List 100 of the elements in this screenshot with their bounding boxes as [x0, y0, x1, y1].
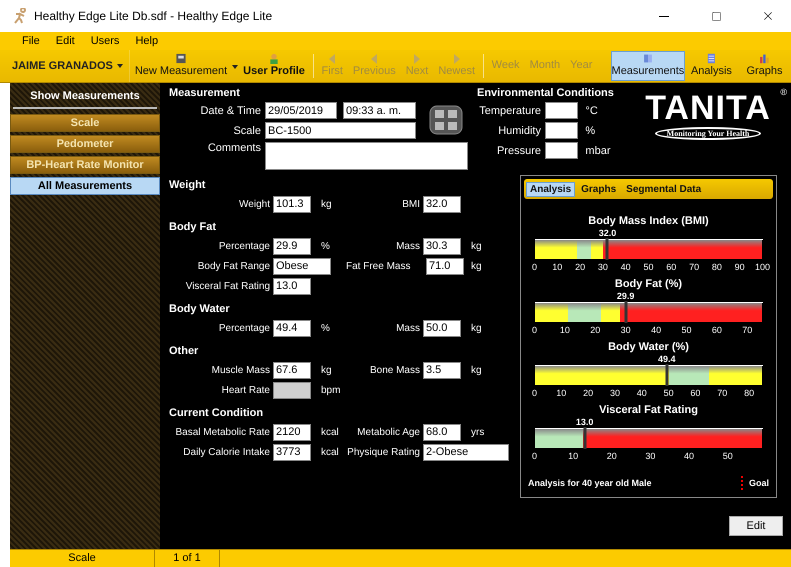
unit-label: kcal — [320, 426, 339, 438]
unit-label: kg — [470, 240, 482, 252]
section-title: Weight — [169, 179, 206, 193]
scale-device-icon — [429, 104, 463, 136]
field-label: Mass — [396, 240, 420, 252]
section-title: Other — [169, 345, 200, 359]
tick-label: 100 — [754, 262, 770, 272]
tick-label: 30 — [620, 325, 631, 335]
gauge-reading: 49.4 — [658, 354, 676, 364]
view-tab[interactable]: Measurements — [610, 51, 685, 81]
unit-label: kg — [320, 364, 332, 376]
input-field[interactable]: 71.0 — [426, 258, 464, 274]
tick-label: 60 — [712, 325, 722, 335]
gauge-segment — [708, 366, 762, 385]
input-field[interactable]: 3.5 — [423, 362, 461, 378]
time-field[interactable]: 09:33 a. m. — [343, 102, 416, 119]
status-cell: 1 of 1 — [155, 550, 220, 567]
field-label: Mass — [396, 322, 420, 334]
tick-label: 90 — [734, 262, 745, 272]
field-label: BMI — [402, 198, 420, 210]
field-label: Metabolic Age — [357, 426, 420, 438]
field-label: Fat Free Mass — [346, 260, 410, 272]
runner-icon — [12, 8, 28, 24]
tick-label: 20 — [583, 388, 594, 398]
arrow-icon — [413, 54, 422, 64]
tick-label: 20 — [606, 451, 617, 461]
tick-label: 60 — [666, 262, 676, 272]
tick-label: 40 — [684, 451, 694, 461]
gauge-title: Body Mass Index (BMI) — [588, 215, 709, 228]
input-field[interactable]: 50.0 — [423, 320, 461, 336]
view-tab[interactable]: Analysis — [684, 51, 738, 81]
unit-label: bpm — [320, 384, 340, 396]
unit-label: °C — [585, 104, 599, 116]
input-field[interactable]: 68.0 — [423, 424, 461, 440]
input-field[interactable]: 29.9 — [273, 238, 311, 254]
tick-label: 0 — [532, 451, 537, 461]
menu-item[interactable]: File — [14, 35, 48, 47]
tick-label: 40 — [651, 325, 662, 335]
input-field[interactable]: 13.0 — [273, 278, 311, 294]
goal-line-icon — [740, 476, 743, 490]
tick-label: 80 — [712, 262, 722, 272]
new-measurement-button[interactable]: New Measurement — [130, 51, 232, 81]
date-field[interactable]: 29/05/2019 — [265, 102, 337, 119]
tick-label: 40 — [636, 388, 647, 398]
field-label: Basal Metabolic Rate — [176, 426, 270, 438]
section-title: Measurement — [169, 87, 241, 101]
tick-label: 0 — [532, 325, 537, 335]
field-label: Temperature — [478, 104, 541, 116]
maximize-icon — [710, 10, 722, 22]
window-title: Healthy Edge Lite Db.sdf - Healthy Edge Lite — [34, 9, 274, 23]
input-field[interactable]: 2-Obese — [423, 444, 509, 460]
status-cell: Scale — [10, 550, 155, 567]
input-field[interactable] — [545, 102, 578, 119]
gauge-title: Body Water (%) — [608, 341, 689, 354]
edit-button[interactable]: Edit — [729, 516, 783, 536]
tick-label: 20 — [575, 262, 586, 272]
user-profile-button[interactable]: User Profile — [238, 51, 310, 81]
panel-tab[interactable]: Graphs — [577, 182, 620, 196]
tick-label: 70 — [717, 388, 728, 398]
tick-label: 10 — [552, 262, 562, 272]
input-field[interactable]: 32.0 — [423, 196, 461, 212]
input-field[interactable] — [545, 142, 578, 159]
input-field[interactable]: 101.3 — [273, 196, 311, 212]
input-field[interactable]: 30.3 — [423, 238, 461, 254]
view-tab[interactable]: Graphs — [738, 51, 791, 81]
sidebar-item[interactable]: All Measurements — [10, 177, 160, 195]
tick-label: 30 — [598, 262, 608, 272]
unit-label: kg — [320, 198, 332, 210]
field-label: Percentage — [218, 240, 270, 252]
section-title: Body Fat — [169, 221, 218, 235]
analysis-caption: Analysis for 40 year old Male — [528, 478, 653, 488]
field-label: Percentage — [218, 322, 270, 334]
field-label: Bone Mass — [370, 364, 420, 376]
section-title: Environmental Conditions — [477, 87, 614, 101]
comments-field[interactable] — [265, 142, 468, 170]
panel-tab[interactable]: Analysis — [526, 182, 576, 196]
field-label: Pressure — [496, 144, 541, 156]
scale-field[interactable]: BC-1500 — [265, 122, 416, 139]
input-field[interactable]: 3773 — [273, 444, 311, 460]
input-field[interactable] — [545, 122, 578, 139]
input-field[interactable]: 2120 — [273, 424, 311, 440]
field-label: Muscle Mass — [212, 364, 270, 376]
field-label: Date & Time — [199, 104, 261, 116]
unit-label: % — [320, 240, 330, 252]
gauge-reading: 13.0 — [576, 417, 594, 427]
panel-tab[interactable]: Segmental Data — [622, 182, 706, 196]
sidebar-title: Show Measurements — [13, 87, 157, 109]
input-field[interactable]: Obese — [273, 258, 331, 274]
input-field[interactable]: 49.4 — [273, 320, 311, 336]
field-label: Daily Calorie Intake — [183, 446, 270, 458]
field-label: Comments — [206, 142, 261, 154]
menu-item[interactable]: Edit — [48, 35, 83, 47]
tick-label: 10 — [568, 451, 578, 461]
user-dropdown[interactable]: JAIME GRANADOS — [8, 50, 130, 82]
input-field[interactable]: 67.6 — [273, 362, 311, 378]
gauge-reading: 29.9 — [616, 291, 634, 301]
unit-label: kcal — [320, 446, 339, 458]
scale-icon — [175, 53, 187, 64]
menu-item[interactable]: Help — [127, 35, 166, 47]
menu-item[interactable]: Users — [82, 35, 128, 47]
